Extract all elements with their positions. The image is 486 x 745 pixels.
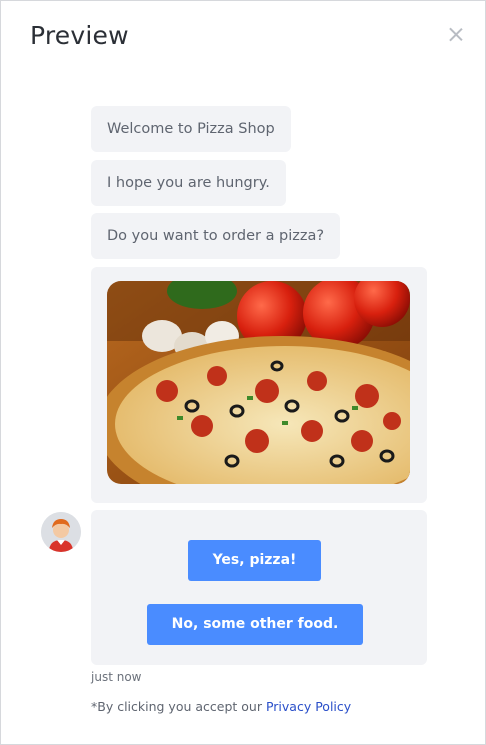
- quick-replies: Yes, pizza! No, some other food.: [91, 510, 427, 665]
- other-food-button[interactable]: No, some other food.: [147, 604, 363, 645]
- yes-pizza-button[interactable]: Yes, pizza!: [188, 540, 321, 581]
- close-icon[interactable]: [446, 25, 466, 45]
- consent-text: *By clicking you accept our Privacy Poli…: [91, 699, 351, 714]
- privacy-policy-link[interactable]: Privacy Policy: [266, 699, 351, 714]
- message-bubble: I hope you are hungry.: [91, 160, 286, 206]
- timestamp: just now: [91, 670, 142, 684]
- image-message: [91, 267, 427, 503]
- pizza-image: [107, 281, 410, 484]
- consent-prefix: *By clicking you accept our: [91, 699, 266, 714]
- message-bubble: Welcome to Pizza Shop: [91, 106, 291, 152]
- page-title: Preview: [30, 21, 129, 50]
- preview-window: Preview Welcome to Pizza Shop I hope you…: [0, 0, 486, 745]
- message-bubble: Do you want to order a pizza?: [91, 213, 341, 259]
- avatar: [41, 512, 81, 552]
